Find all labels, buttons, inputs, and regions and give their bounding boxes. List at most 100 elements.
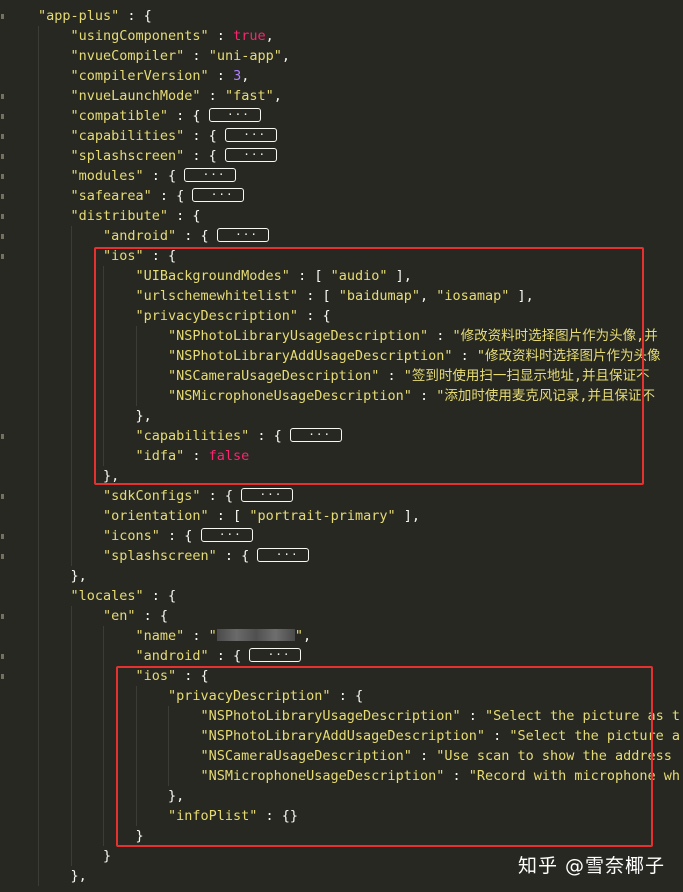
indent-guide	[70, 246, 72, 266]
code-line[interactable]: "nvueCompiler" : "uni-app",	[38, 46, 290, 66]
indent-guide	[38, 366, 39, 386]
json-punctuation: : {	[143, 588, 177, 604]
code-line[interactable]: "nvueLaunchMode" : "fast",	[38, 86, 282, 106]
indent-guide	[38, 666, 39, 686]
indent-guide	[38, 746, 39, 766]
indent-guide	[38, 286, 39, 306]
indent-guide	[70, 466, 72, 486]
fold-ellipsis-button[interactable]: ···	[241, 487, 294, 502]
indent-guide	[70, 426, 72, 446]
fold-ellipsis-button[interactable]: ···	[224, 127, 277, 142]
indent-guide	[103, 786, 104, 806]
json-string: "uni-app"	[208, 48, 282, 64]
json-key: "compatible"	[70, 108, 169, 124]
indent-guide	[103, 706, 104, 726]
json-punctuation: : {	[184, 128, 225, 144]
json-string: "fast"	[224, 88, 274, 104]
highlight-box-ios-distribute	[94, 247, 644, 485]
json-key: "splashscreen"	[70, 148, 185, 164]
json-key: "android"	[103, 228, 177, 244]
indent-guide	[70, 506, 72, 526]
indent-guide	[38, 146, 39, 166]
code-line[interactable]: "distribute" : {	[38, 206, 201, 226]
code-line[interactable]: "modules" : { ···	[38, 166, 237, 186]
indent-guide	[38, 786, 39, 806]
indent-guide	[103, 826, 104, 846]
json-punctuation: }	[103, 848, 112, 864]
json-punctuation: :	[208, 68, 234, 84]
fold-ellipsis-button[interactable]: ···	[208, 107, 261, 122]
indent-guide	[70, 846, 72, 866]
fold-ellipsis-button[interactable]: ···	[192, 187, 245, 202]
code-line[interactable]: "splashscreen" : { ···	[38, 146, 277, 166]
json-punctuation: ,	[265, 28, 274, 44]
json-key: "splashscreen"	[103, 548, 217, 564]
code-line[interactable]: },	[38, 566, 87, 586]
indent-guide	[103, 686, 104, 706]
indent-guide	[70, 526, 72, 546]
json-string: "	[294, 628, 303, 644]
json-key: "capabilities"	[70, 128, 185, 144]
json-string: "	[208, 628, 217, 644]
watermark-text: 知乎 @雪奈椰子	[517, 855, 665, 877]
code-line[interactable]: "name" : " ",	[38, 626, 312, 646]
indent-guide	[103, 806, 104, 826]
code-line[interactable]: }	[38, 846, 112, 866]
redacted-value	[216, 628, 295, 641]
json-key: "name"	[135, 628, 185, 644]
code-line[interactable]: "safearea" : { ···	[38, 186, 245, 206]
json-punctuation: },	[70, 868, 87, 884]
indent-guide	[70, 326, 72, 346]
json-number: 3	[233, 68, 242, 84]
code-line[interactable]: "en" : {	[38, 606, 168, 626]
fold-ellipsis-button[interactable]: ···	[216, 227, 269, 242]
json-punctuation: :	[200, 88, 225, 104]
fold-ellipsis-button[interactable]: ···	[200, 527, 253, 542]
indent-guide	[38, 26, 39, 46]
fold-ellipsis-button[interactable]: ···	[249, 647, 302, 662]
indent-guide	[70, 626, 72, 646]
indent-guide	[38, 266, 39, 286]
indent-guide	[38, 606, 39, 626]
json-punctuation: : {	[184, 148, 225, 164]
highlight-box-ios-locales	[116, 666, 653, 847]
json-punctuation: ,	[273, 88, 282, 104]
code-line[interactable]: "usingComponents" : true,	[38, 26, 274, 46]
indent-guide	[38, 546, 39, 566]
json-key: "orientation"	[103, 508, 209, 524]
indent-guide	[38, 586, 39, 606]
indent-guide	[38, 726, 39, 746]
json-punctuation: ,	[302, 628, 312, 644]
code-line[interactable]: "capabilities" : { ···	[38, 126, 277, 146]
json-punctuation: : {	[159, 528, 201, 544]
code-line[interactable]: "android" : { ···	[38, 646, 302, 666]
indent-guide	[70, 346, 72, 366]
indent-guide	[38, 526, 39, 546]
json-key: "nvueCompiler"	[70, 48, 185, 64]
code-line[interactable]: "locales" : {	[38, 586, 177, 606]
code-line[interactable]: "splashscreen" : { ···	[38, 546, 310, 566]
indent-guide	[103, 626, 104, 646]
code-line[interactable]: "compilerVersion" : 3,	[38, 66, 249, 86]
indent-guide	[70, 406, 72, 426]
json-punctuation: : [	[208, 508, 250, 524]
fold-ellipsis-button[interactable]: ···	[184, 167, 237, 182]
fold-ellipsis-button[interactable]: ···	[224, 147, 277, 162]
json-punctuation: :	[184, 48, 209, 64]
code-line[interactable]: "android" : { ···	[38, 226, 269, 246]
fold-ellipsis-button[interactable]: ···	[257, 547, 310, 562]
indent-guide	[38, 226, 39, 246]
indent-guide	[38, 466, 39, 486]
json-punctuation: },	[70, 568, 87, 584]
code-line[interactable]: "compatible" : { ···	[38, 106, 261, 126]
code-line[interactable]: "orientation" : [ "portrait-primary" ],	[38, 506, 420, 526]
code-line[interactable]: "sdkConfigs" : { ···	[38, 486, 294, 506]
json-string: "portrait-primary"	[249, 508, 396, 524]
json-punctuation: : {	[168, 108, 209, 124]
code-line[interactable]: "app-plus" : {	[38, 6, 152, 26]
indent-guide	[70, 286, 72, 306]
code-line[interactable]: "icons" : { ···	[38, 526, 253, 546]
code-line[interactable]: },	[38, 866, 87, 886]
indent-guide	[70, 366, 72, 386]
indent-guide	[38, 386, 39, 406]
